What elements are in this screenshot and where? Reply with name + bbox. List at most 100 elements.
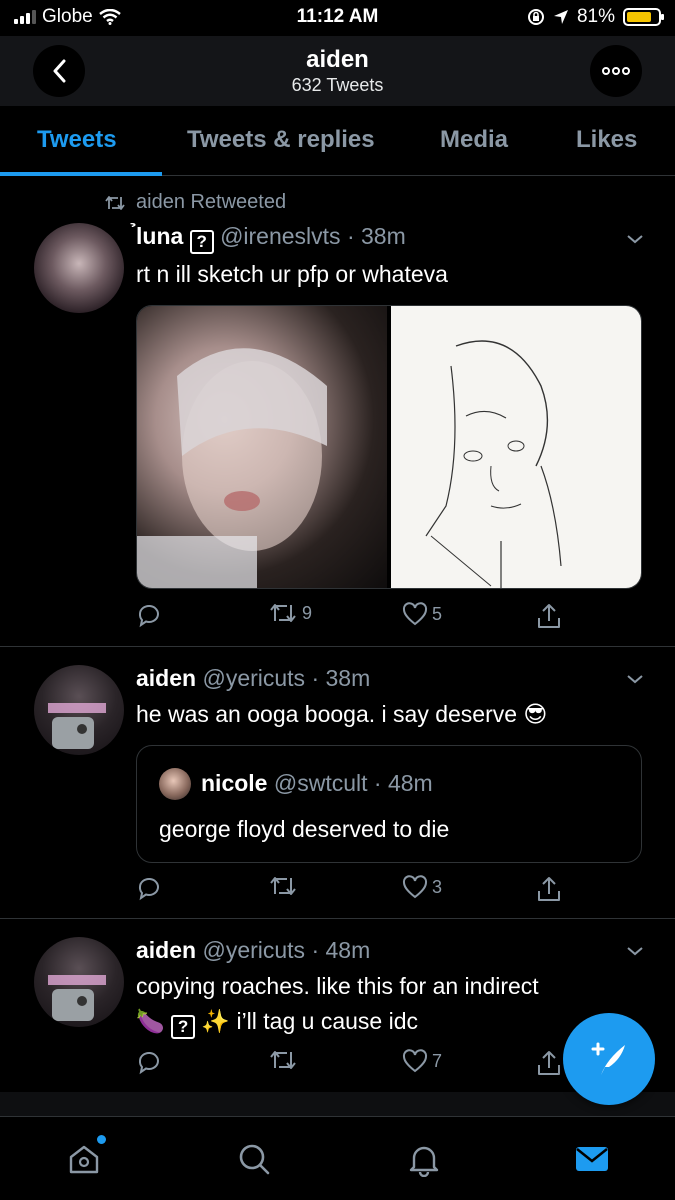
handle[interactable]: @yericuts [202, 665, 305, 691]
quote-header: nicole @swtcult · 48m [201, 770, 433, 796]
display-name[interactable]: aiden [136, 937, 196, 963]
retweet-button[interactable] [268, 1049, 302, 1071]
retweet-icon [270, 604, 296, 622]
tab-messages[interactable] [572, 1139, 612, 1179]
eggplant-emoji: 🍆 [136, 1008, 165, 1034]
battery-fill [627, 12, 652, 22]
reply-button[interactable] [136, 875, 162, 901]
timestamp: 38m [361, 223, 406, 249]
like-icon [402, 875, 428, 899]
retweet-button[interactable]: 9 [268, 602, 312, 624]
bottom-tab-bar [0, 1116, 675, 1200]
reply-icon [138, 877, 159, 901]
tweet-header: aiden @yericuts · 48m [136, 937, 371, 963]
tweet-item[interactable]: aiden @yericuts · 38m he was an ooga boo… [0, 647, 675, 919]
tab-search[interactable] [234, 1139, 274, 1179]
like-button[interactable]: 7 [402, 1049, 442, 1073]
retweet-icon [105, 195, 125, 210]
quote-handle[interactable]: @swtcult [274, 770, 368, 796]
tab-notifications[interactable] [404, 1139, 444, 1179]
status-right: 81% [527, 6, 664, 28]
tweet-header: aiden @yericuts · 38m [136, 665, 371, 691]
tab-home[interactable] [64, 1135, 106, 1179]
share-icon [538, 604, 560, 628]
retweet-banner: aiden Retweeted [104, 191, 286, 214]
status-bar: Globe 11:12 AM 81% [0, 0, 675, 36]
quote-timestamp: 48m [387, 770, 433, 796]
avatar[interactable] [34, 223, 124, 313]
more-icon [602, 67, 630, 75]
like-icon [402, 602, 428, 626]
messages-icon [576, 1147, 608, 1171]
quote-text: george floyd deserved to die [159, 816, 450, 842]
tweet-text-line1: copying roaches. like this for an indire… [136, 973, 539, 999]
like-icon [402, 1049, 428, 1073]
like-count: 3 [432, 876, 443, 897]
search-icon [239, 1144, 270, 1175]
display-name[interactable]: ̉luna [136, 223, 183, 249]
caret-down-icon[interactable] [625, 941, 645, 961]
quoted-tweet[interactable]: nicole @swtcult · 48m george floyd deser… [136, 745, 642, 863]
like-button[interactable]: 3 [402, 875, 442, 899]
reply-button[interactable] [136, 1049, 162, 1075]
tweet-text-line2-content: i’ll tag u cause idc [236, 1008, 418, 1034]
home-icon [69, 1145, 99, 1174]
tweet-actions: 3 [136, 875, 576, 905]
like-button[interactable]: 5 [402, 602, 442, 626]
handle[interactable]: @ireneslvts [220, 223, 341, 249]
avatar[interactable] [34, 937, 124, 1027]
retweet-icon [270, 877, 296, 895]
location-icon [553, 10, 568, 24]
battery-icon [623, 8, 664, 26]
reply-icon [138, 604, 159, 628]
tab-likes[interactable]: Likes [576, 126, 637, 154]
tab-tweets-replies[interactable]: Tweets & replies [187, 126, 375, 154]
reply-button[interactable] [136, 602, 162, 628]
retweet-icon [270, 1051, 296, 1069]
share-button[interactable] [536, 875, 562, 903]
timestamp: 38m [325, 665, 371, 691]
display-name[interactable]: aiden [136, 665, 196, 691]
share-icon [538, 877, 560, 901]
quote-avatar[interactable] [159, 768, 191, 800]
tab-media[interactable]: Media [440, 126, 508, 154]
tweet-text: copying roaches. like this for an indire… [136, 969, 616, 1039]
handle[interactable]: @yericuts [202, 937, 305, 963]
reply-icon [138, 1051, 159, 1075]
retweet-button[interactable] [268, 875, 302, 897]
caret-down-icon[interactable] [625, 669, 645, 689]
tweet-count: 632 Tweets [291, 75, 384, 95]
notifications-icon [409, 1146, 439, 1177]
profile-name: aiden [306, 46, 369, 73]
caret-down-icon[interactable] [625, 229, 645, 249]
retweet-banner-text: aiden Retweeted [136, 191, 287, 213]
unknown-emoji-icon: ? [171, 1015, 196, 1039]
quote-display-name[interactable]: nicole [201, 770, 267, 796]
tweet-media[interactable] [136, 305, 642, 589]
tab-tweets[interactable]: Tweets [37, 126, 117, 154]
tweet-actions: 9 5 [136, 602, 576, 632]
share-button[interactable] [536, 1049, 562, 1077]
tweet-item[interactable]: aiden Retweeted ̉luna ? @ireneslvts · 38… [0, 177, 675, 647]
rotation-lock-icon [527, 9, 544, 25]
profile-header: aiden 632 Tweets [0, 36, 675, 106]
tweet-text: he was an ooga booga. i say deserve 😎 [136, 701, 548, 727]
share-icon [538, 1051, 560, 1075]
tweet-text: rt n ill sketch ur pfp or whateva [136, 261, 448, 287]
home-notification-dot [97, 1135, 106, 1144]
sparkles-emoji: ✨ [201, 1008, 231, 1034]
media-sketch[interactable] [391, 306, 641, 588]
feed-divider [0, 1092, 675, 1116]
more-button[interactable] [590, 45, 642, 97]
share-button[interactable] [536, 602, 562, 630]
tweet-actions: 7 [136, 1049, 576, 1079]
compose-tweet-button[interactable] [563, 1013, 655, 1105]
unknown-emoji-icon: ? [189, 230, 214, 254]
avatar[interactable] [34, 665, 124, 755]
like-count: 5 [432, 603, 443, 624]
battery-percent: 81% [576, 6, 615, 27]
active-tab-indicator [0, 172, 162, 176]
timestamp: 48m [325, 937, 371, 963]
media-photo[interactable] [137, 306, 387, 588]
compose-icon [591, 1042, 625, 1075]
